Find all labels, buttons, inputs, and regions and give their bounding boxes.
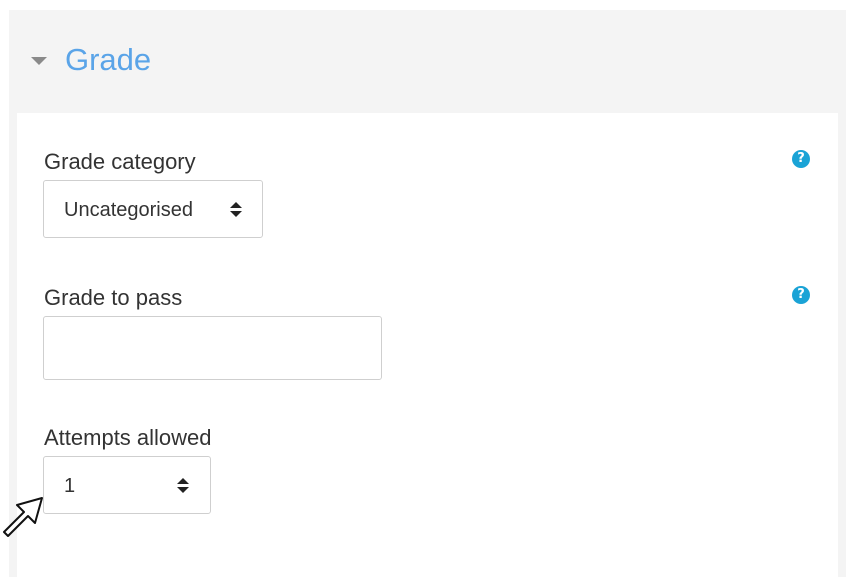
section-header[interactable]: Grade	[9, 10, 846, 113]
grade-to-pass-label: Grade to pass	[44, 285, 183, 310]
attempts-allowed-label: Attempts allowed	[44, 425, 212, 450]
section-body: Grade category ? Uncategorised Grade to …	[17, 113, 838, 577]
select-arrows-icon	[176, 477, 190, 495]
select-arrows-icon	[229, 201, 243, 219]
help-icon[interactable]: ?	[792, 286, 810, 304]
section-title[interactable]: Grade	[65, 40, 151, 80]
help-icon[interactable]: ?	[792, 150, 810, 168]
attempts-allowed-select[interactable]: 1	[43, 456, 211, 514]
caret-down-icon[interactable]	[31, 57, 47, 65]
grade-to-pass-input[interactable]	[43, 316, 382, 380]
grade-section: Grade Grade category ? Uncategorised Gra…	[9, 10, 846, 577]
attempts-allowed-value: 1	[64, 475, 76, 497]
grade-category-label: Grade category	[44, 149, 196, 174]
grade-category-select[interactable]: Uncategorised	[43, 180, 263, 238]
mouse-pointer-icon	[3, 497, 43, 537]
grade-category-value: Uncategorised	[64, 199, 193, 221]
